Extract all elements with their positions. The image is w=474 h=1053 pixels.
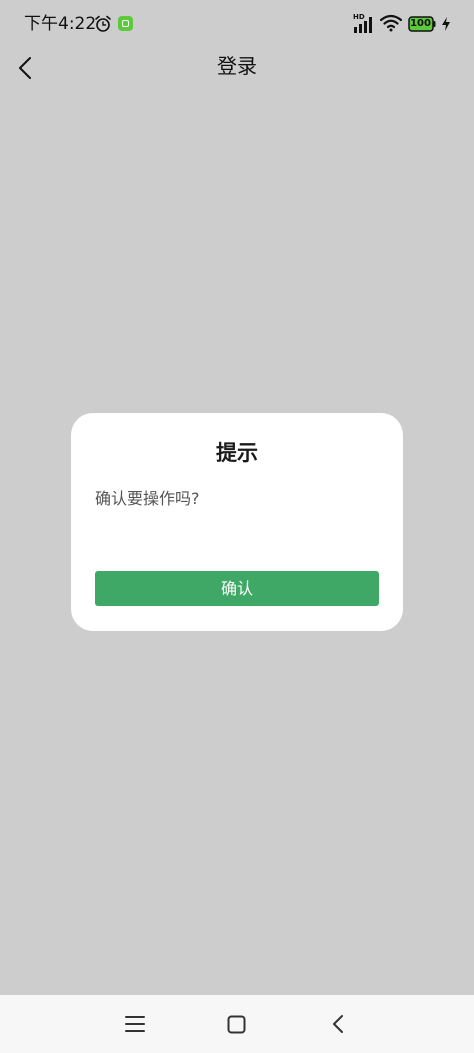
charging-icon	[442, 17, 450, 31]
confirm-button[interactable]: 确认	[95, 571, 379, 606]
network-badge: HD	[353, 13, 365, 21]
status-time: 下午4:22	[24, 14, 97, 34]
status-bar: 下午4:22 HD 100	[0, 0, 474, 48]
system-nav-bar	[0, 995, 474, 1053]
alert-dialog: 提示 确认要操作吗? 确认	[71, 413, 403, 631]
wifi-icon	[380, 14, 402, 32]
battery-level: 100	[410, 18, 431, 29]
dialog-message: 确认要操作吗?	[95, 489, 200, 508]
alarm-icon	[95, 15, 111, 32]
nav-bar: 登录	[0, 48, 474, 92]
page-title: 登录	[217, 54, 257, 78]
menu-icon[interactable]	[124, 1014, 146, 1034]
back-icon[interactable]	[330, 1014, 346, 1034]
app-notify-icon	[118, 16, 133, 31]
dialog-title: 提示	[216, 441, 258, 465]
home-icon[interactable]	[227, 1015, 246, 1034]
